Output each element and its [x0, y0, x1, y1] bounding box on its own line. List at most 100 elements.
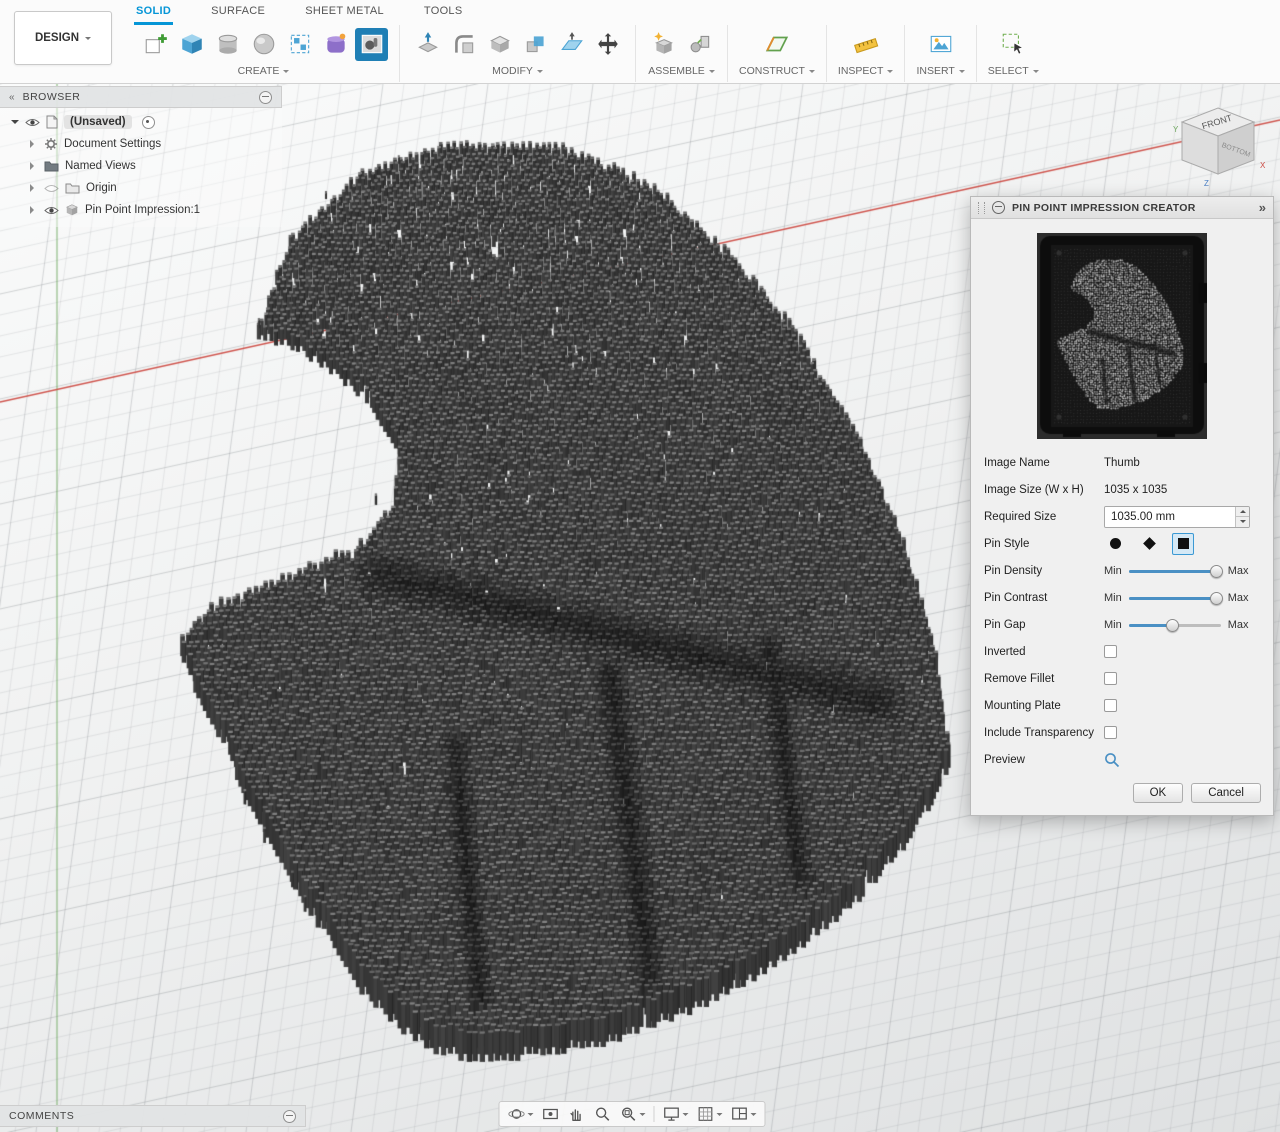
- gear-icon: [45, 138, 57, 150]
- preview-image: [1037, 233, 1207, 439]
- slider-handle[interactable]: [1210, 565, 1224, 578]
- press-pull-icon[interactable]: [411, 28, 444, 61]
- mounting-plate-checkbox[interactable]: [1104, 699, 1117, 712]
- row-include-transparency: Include Transparency: [971, 719, 1273, 746]
- tree-item-root[interactable]: (Unsaved): [0, 111, 282, 133]
- ribbon-tabs: SOLID SURFACE SHEET METAL TOOLS: [134, 0, 464, 25]
- browser-tree: (Unsaved) Document Settings Named Views …: [0, 108, 282, 227]
- create-dropdown[interactable]: CREATE: [238, 63, 290, 77]
- expand-arrows-icon[interactable]: »: [1259, 201, 1266, 214]
- collapse-dialog-icon[interactable]: [992, 201, 1005, 214]
- tab-solid[interactable]: SOLID: [134, 0, 174, 25]
- tree-item-origin[interactable]: Origin: [0, 177, 282, 199]
- expand-arrow-icon[interactable]: [11, 120, 19, 128]
- field-label: Mounting Plate: [984, 699, 1061, 712]
- remove-fillet-checkbox[interactable]: [1104, 672, 1117, 685]
- include-transparency-checkbox[interactable]: [1104, 726, 1117, 739]
- tree-item-label: Document Settings: [64, 138, 162, 150]
- combine-icon[interactable]: [519, 28, 552, 61]
- row-image-size: Image Size (W x H) 1035 x 1035: [971, 476, 1273, 503]
- move-icon[interactable]: [591, 28, 624, 61]
- fit-icon[interactable]: [615, 1103, 649, 1125]
- pin-style-diamond[interactable]: [1138, 533, 1160, 555]
- zoom-icon[interactable]: [589, 1103, 615, 1125]
- row-remove-fillet: Remove Fillet: [971, 665, 1273, 692]
- navbar-separator: [653, 1106, 655, 1122]
- tab-surface[interactable]: SURFACE: [209, 0, 267, 25]
- ok-button[interactable]: OK: [1132, 783, 1184, 803]
- assemble-dropdown[interactable]: ASSEMBLE: [648, 63, 715, 77]
- pin-point-image-icon[interactable]: [355, 27, 388, 61]
- tree-item-document-settings[interactable]: Document Settings: [0, 133, 282, 155]
- slider-handle[interactable]: [1210, 592, 1224, 605]
- expand-arrow-icon[interactable]: [30, 140, 38, 148]
- offset-face-icon[interactable]: [555, 28, 588, 61]
- pin-gap-slider[interactable]: [1128, 618, 1221, 632]
- field-label: Required Size: [984, 510, 1057, 523]
- display-settings-icon[interactable]: [658, 1103, 692, 1125]
- activate-radio-icon[interactable]: [141, 115, 155, 129]
- field-label: Pin Contrast: [984, 591, 1048, 604]
- pin-density-slider[interactable]: [1128, 564, 1224, 578]
- comments-bar[interactable]: COMMENTS: [0, 1105, 306, 1127]
- cancel-button[interactable]: Cancel: [1191, 783, 1261, 803]
- shell-icon[interactable]: [483, 28, 516, 61]
- required-size-input[interactable]: [1105, 506, 1235, 527]
- create-form-icon[interactable]: [319, 28, 352, 61]
- insert-dropdown[interactable]: INSERT: [916, 63, 964, 77]
- pin-style-square[interactable]: [1172, 532, 1194, 555]
- tab-tools[interactable]: TOOLS: [422, 0, 465, 25]
- pin-style-circle[interactable]: [1104, 533, 1126, 555]
- row-mounting-plate: Mounting Plate: [971, 692, 1273, 719]
- inverted-checkbox[interactable]: [1104, 645, 1117, 658]
- collapse-panel-icon[interactable]: «: [9, 92, 14, 103]
- slider-handle[interactable]: [1165, 619, 1179, 632]
- viewport: FRONT BOTTOM X Y Z « BROWSER (Unsaved) D…: [0, 84, 1280, 1132]
- inspect-dropdown[interactable]: INSPECT: [838, 63, 894, 77]
- group-assemble: ASSEMBLE: [636, 25, 728, 82]
- fillet-icon[interactable]: [447, 28, 480, 61]
- dialog-title: PIN POINT IMPRESSION CREATOR: [1012, 201, 1196, 214]
- grid-settings-icon[interactable]: [692, 1103, 726, 1125]
- expand-arrow-icon[interactable]: [30, 162, 38, 170]
- measure-icon[interactable]: [849, 28, 882, 61]
- joint-icon[interactable]: [683, 28, 716, 61]
- construction-plane-icon[interactable]: [760, 28, 793, 61]
- comments-toggle-icon[interactable]: [283, 1109, 296, 1123]
- look-at-icon[interactable]: [537, 1103, 563, 1125]
- rectangular-pattern-icon[interactable]: [283, 28, 316, 61]
- pin-contrast-slider[interactable]: [1128, 591, 1224, 605]
- visibility-eye-icon[interactable]: [44, 205, 59, 216]
- expand-arrow-icon[interactable]: [30, 206, 38, 214]
- spin-down-icon[interactable]: [1236, 517, 1249, 527]
- insert-image-icon[interactable]: [924, 28, 957, 61]
- tab-sheet-metal[interactable]: SHEET METAL: [303, 0, 386, 25]
- select-icon[interactable]: [997, 28, 1030, 61]
- dialog-titlebar[interactable]: PIN POINT IMPRESSION CREATOR »: [971, 197, 1273, 219]
- visibility-eye-off-icon[interactable]: [44, 183, 59, 194]
- max-label: Max: [1227, 591, 1249, 604]
- spin-up-icon[interactable]: [1236, 506, 1249, 517]
- viewports-icon[interactable]: [726, 1103, 760, 1125]
- expand-arrow-icon[interactable]: [30, 184, 38, 192]
- construct-dropdown[interactable]: CONSTRUCT: [739, 63, 815, 77]
- visibility-eye-icon[interactable]: [25, 117, 40, 128]
- design-menu-button[interactable]: DESIGN: [14, 11, 112, 65]
- viewcube[interactable]: FRONT BOTTOM X Y Z: [1170, 102, 1266, 197]
- min-label: Min: [1104, 591, 1122, 604]
- cylinder-icon[interactable]: [211, 28, 244, 61]
- select-dropdown[interactable]: SELECT: [988, 63, 1039, 77]
- box-icon[interactable]: [175, 28, 208, 61]
- sphere-icon[interactable]: [247, 28, 280, 61]
- orbit-icon[interactable]: [503, 1103, 537, 1125]
- tree-item-pin-point-impression[interactable]: Pin Point Impression:1: [0, 199, 282, 221]
- create-sketch-icon[interactable]: [139, 28, 172, 61]
- pan-icon[interactable]: [563, 1103, 589, 1125]
- row-inverted: Inverted: [971, 638, 1273, 665]
- new-component-icon[interactable]: [647, 28, 680, 61]
- tree-item-named-views[interactable]: Named Views: [0, 155, 282, 177]
- display-bar-icon[interactable]: [259, 90, 272, 104]
- modify-dropdown[interactable]: MODIFY: [492, 63, 543, 77]
- preview-magnifier-icon[interactable]: [1104, 752, 1120, 768]
- field-label: Pin Density: [984, 564, 1043, 577]
